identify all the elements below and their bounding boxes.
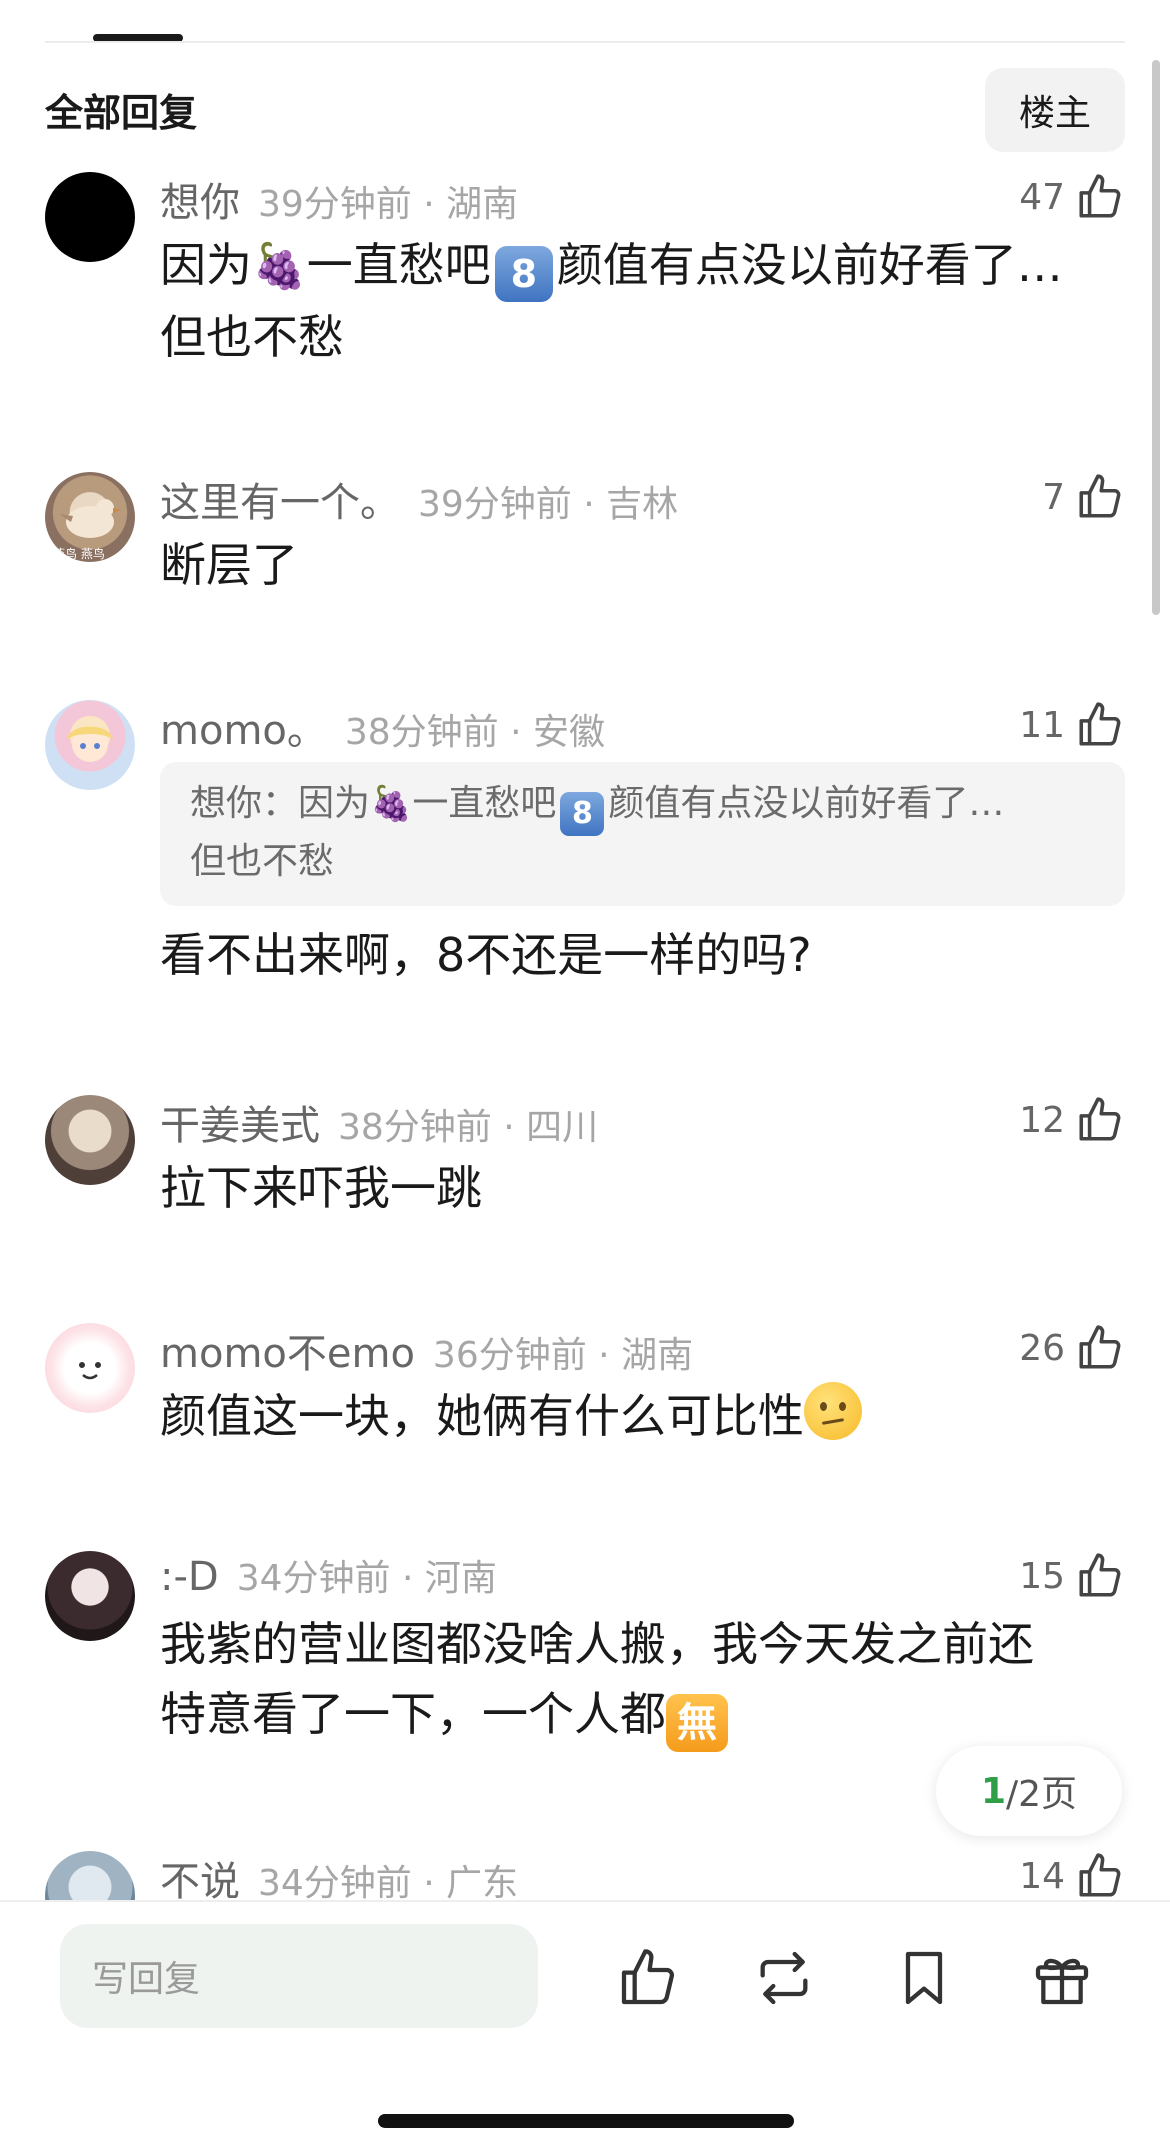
comment-text: 因为🍇一直愁吧 8 颜值有点没以前好看了… 但也不愁 <box>160 230 1125 372</box>
gift-icon[interactable] <box>1030 1946 1094 2010</box>
like-count: 7 <box>1042 476 1065 518</box>
quoted-reply[interactable]: 想你：因为🍇一直愁吧 8 颜值有点没以前好看了… 但也不愁 <box>160 762 1125 906</box>
comment-item: 想你 39分钟前 · 湖南 47 因为🍇一直愁吧 8 颜值有点没以前好看了… 但也不… <box>0 160 1170 460</box>
avatar[interactable] <box>45 700 135 790</box>
like-count: 12 <box>1019 1099 1065 1141</box>
time-location: 34分钟前 · 河南 <box>236 1558 497 1599</box>
username[interactable]: 想你 <box>160 170 240 228</box>
like-button[interactable]: 12 <box>1019 1095 1125 1145</box>
time-location: 34分钟前 · 广东 <box>258 1863 519 1900</box>
home-indicator <box>378 2114 794 2128</box>
like-icon <box>1079 174 1121 218</box>
like-icon <box>1079 474 1121 518</box>
like-count: 11 <box>1019 704 1065 746</box>
svg-text:燕鸟 燕鸟: 燕鸟 燕鸟 <box>53 546 105 561</box>
username[interactable]: 不说 <box>160 1849 240 1900</box>
avatar[interactable] <box>45 1095 135 1185</box>
username[interactable]: 这里有一个。 <box>160 470 400 528</box>
username[interactable]: momo。 <box>160 698 327 756</box>
like-icon <box>1079 1097 1121 1141</box>
like-button[interactable]: 47 <box>1019 172 1125 222</box>
like-button[interactable]: 26 <box>1019 1323 1125 1373</box>
comment-item: 干姜美式 38分钟前 · 四川 12 拉下来吓我一跳 <box>0 1083 1170 1311</box>
time-location: 39分钟前 · 吉林 <box>418 484 679 525</box>
pagination-indicator[interactable]: 1/2页 <box>936 1746 1122 1836</box>
comment-text: 拉下来吓我一跳 <box>160 1161 482 1215</box>
number-badge: 8 <box>560 792 605 836</box>
like-count: 47 <box>1019 176 1065 218</box>
smiley-avatar-image <box>79 1362 101 1380</box>
comment-item: momo不emo 36分钟前 · 湖南 26 颜值这一块，她俩有什么可比性 <box>0 1311 1170 1539</box>
repost-icon[interactable] <box>752 1946 816 2010</box>
like-count: 14 <box>1019 1855 1065 1897</box>
bottom-action-bar: 写回复 <box>0 1900 1170 2149</box>
confused-face-icon <box>804 1382 862 1440</box>
like-icon <box>1079 702 1121 746</box>
username[interactable]: momo不emo <box>160 1321 415 1379</box>
section-title: 全部回复 <box>45 91 198 135</box>
like-button[interactable]: 14 <box>1019 1851 1125 1900</box>
total-pages: /2页 <box>1006 1774 1078 1815</box>
time-location: 36分钟前 · 湖南 <box>432 1335 694 1376</box>
comment-item: 燕鸟 燕鸟 这里有一个。 39分钟前 · 吉林 7 断层了 <box>0 460 1170 688</box>
time-location: 38分钟前 · 四川 <box>338 1107 599 1148</box>
like-button[interactable]: 15 <box>1019 1551 1125 1601</box>
bookmark-icon[interactable] <box>892 1946 956 2010</box>
current-page: 1 <box>980 1770 1006 1812</box>
top-divider <box>45 41 1125 43</box>
comment-item: 不说 34分钟前 · 广东 14 <box>0 1839 1170 1900</box>
number-badge: 8 <box>494 246 553 302</box>
like-button[interactable]: 7 <box>1042 472 1125 522</box>
like-icon <box>1079 1553 1121 1597</box>
bird-avatar-image: 燕鸟 燕鸟 <box>53 499 121 561</box>
comment-text: 看不出来啊，8不还是一样的吗? <box>160 928 812 982</box>
like-icon <box>1079 1325 1121 1369</box>
time-location: 38分钟前 · 安徽 <box>344 712 606 753</box>
like-count: 26 <box>1019 1327 1065 1369</box>
comment-text: 断层了 <box>160 538 298 592</box>
username[interactable]: :-D <box>160 1554 219 1600</box>
anime-girl-avatar-image <box>67 726 113 762</box>
grapes-icon: 🍇 <box>252 241 307 292</box>
avatar[interactable] <box>45 1851 135 1900</box>
avatar[interactable] <box>45 1323 135 1413</box>
time-location: 39分钟前 · 湖南 <box>258 184 519 225</box>
avatar[interactable] <box>45 1551 135 1641</box>
grapes-icon: 🍇 <box>370 784 413 824</box>
like-count: 15 <box>1019 1555 1065 1597</box>
avatar[interactable] <box>45 172 135 262</box>
reply-input[interactable]: 写回复 <box>60 1924 538 2028</box>
like-icon[interactable] <box>616 1946 680 2010</box>
comment-item: momo。 38分钟前 · 安徽 11 想你：因为🍇一直愁吧 8 颜值有点没以前好看… <box>0 688 1170 1083</box>
comment-text: 颜值这一块，她俩有什么可比性 <box>160 1381 1125 1451</box>
like-icon <box>1079 1853 1121 1897</box>
like-button[interactable]: 11 <box>1019 700 1125 750</box>
avatar[interactable]: 燕鸟 燕鸟 <box>45 472 135 562</box>
op-only-filter-button[interactable]: 楼主 <box>985 68 1125 152</box>
none-badge: 無 <box>666 1694 728 1752</box>
comment-text: 我紫的营业图都没啥人搬，我今天发之前还 特意看了一下，一个人都無 <box>160 1609 1125 1752</box>
comment-list: 想你 39分钟前 · 湖南 47 因为🍇一直愁吧 8 颜值有点没以前好看了… 但也不… <box>0 160 1170 1900</box>
username[interactable]: 干姜美式 <box>160 1093 320 1151</box>
